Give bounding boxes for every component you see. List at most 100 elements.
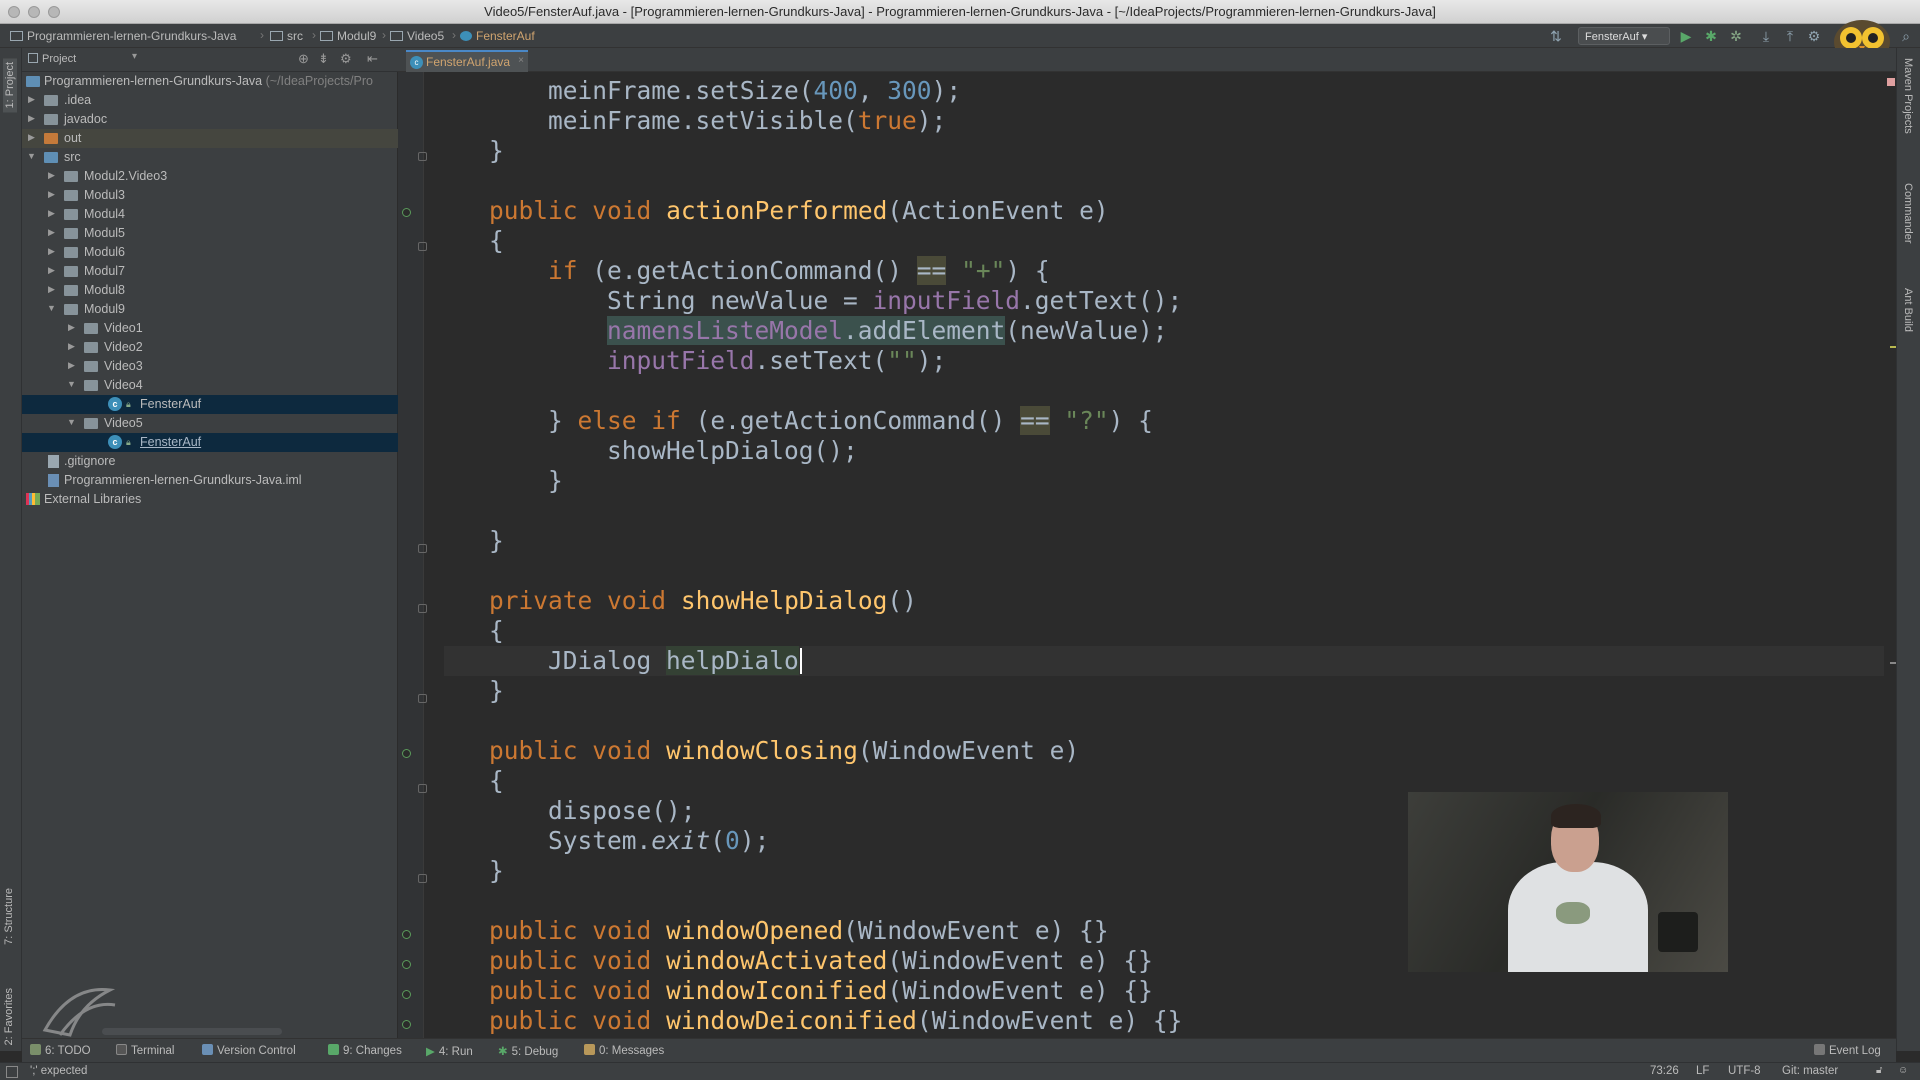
expand-arrow-icon[interactable]: ▶ <box>48 265 55 276</box>
tree-item-modul7[interactable]: ▶ Modul7 <box>22 262 398 281</box>
collapse-arrow-icon[interactable]: ▼ <box>67 417 76 427</box>
breadcrumb-src[interactable]: src <box>270 29 303 43</box>
ant-build-tool-tab[interactable]: Ant Build <box>1902 288 1914 332</box>
tool-windows-toggle-icon[interactable] <box>6 1066 18 1078</box>
coverage-icon[interactable]: ✲ <box>1728 28 1744 44</box>
collapse-arrow-icon[interactable]: ▼ <box>47 303 56 313</box>
search-icon[interactable]: ⌕ <box>1898 28 1914 44</box>
run-tool-button[interactable]: ▶ 4: Run <box>426 1044 473 1058</box>
tree-item-video4[interactable]: ▼ Video4 <box>22 376 398 395</box>
override-marker-icon[interactable] <box>402 960 411 969</box>
error-status-icon[interactable] <box>1887 78 1895 86</box>
breadcrumb-fensterauf[interactable]: FensterAuf <box>460 29 535 43</box>
commander-tool-tab[interactable]: Commander <box>1902 183 1914 244</box>
scroll-from-source-icon[interactable]: ⊕ <box>298 51 309 67</box>
tree-item-idea[interactable]: ▶ .idea <box>22 91 398 110</box>
chevron-down-icon[interactable]: ▾ <box>132 51 137 62</box>
collapse-arrow-icon[interactable]: ▼ <box>27 151 36 161</box>
breadcrumb-modul9[interactable]: Modul9 <box>320 29 376 43</box>
expand-arrow-icon[interactable]: ▶ <box>68 360 75 371</box>
tree-item-iml[interactable]: Programmieren-lernen-Grundkurs-Java.iml <box>22 471 398 490</box>
gear-icon[interactable]: ⚙ <box>340 51 352 67</box>
override-marker-icon[interactable] <box>402 749 411 758</box>
tree-item-video3[interactable]: ▶ Video3 <box>22 357 398 376</box>
collapse-all-icon[interactable]: ⇟ <box>318 51 329 67</box>
breadcrumb-project[interactable]: Programmieren-lernen-Grundkurs-Java <box>10 29 236 43</box>
git-branch[interactable]: Git: master <box>1782 1065 1838 1077</box>
fold-marker-icon[interactable] <box>418 242 427 251</box>
tree-item-video5[interactable]: ▼ Video5 <box>22 414 398 433</box>
expand-arrow-icon[interactable]: ▶ <box>28 113 35 124</box>
version-control-tool-button[interactable]: Version Control <box>202 1044 296 1057</box>
todo-tool-button[interactable]: 6: TODO <box>30 1044 91 1057</box>
fold-marker-icon[interactable] <box>418 784 427 793</box>
expand-arrow-icon[interactable]: ▶ <box>48 208 55 219</box>
expand-arrow-icon[interactable]: ▶ <box>68 341 75 352</box>
expand-arrow-icon[interactable]: ▶ <box>48 227 55 238</box>
fold-marker-icon[interactable] <box>418 544 427 553</box>
caret-position[interactable]: 73:26 <box>1650 1065 1679 1077</box>
file-encoding[interactable]: UTF-8 <box>1728 1065 1761 1077</box>
override-marker-icon[interactable] <box>402 1020 411 1029</box>
event-log-tool-button[interactable]: Event Log <box>1814 1044 1881 1057</box>
run-icon[interactable]: ▶ <box>1678 28 1694 44</box>
tree-item-fensterauf-video4[interactable]: c 🔒︎ FensterAuf <box>22 395 398 414</box>
expand-arrow-icon[interactable]: ▶ <box>28 94 35 105</box>
fold-marker-icon[interactable] <box>418 694 427 703</box>
tree-item-src[interactable]: ▼ src <box>22 148 398 167</box>
maven-projects-tool-tab[interactable]: Maven Projects <box>1902 58 1914 134</box>
lock-icon[interactable]: 🔓︎ <box>1876 1065 1882 1076</box>
collapse-arrow-icon[interactable]: ▼ <box>67 379 76 389</box>
vcs-commit-icon[interactable]: ⤓ <box>1758 28 1774 44</box>
vcs-push-icon[interactable]: ⤒ <box>1782 28 1798 44</box>
terminal-tool-button[interactable]: Terminal <box>116 1044 174 1057</box>
tree-item-modul8[interactable]: ▶ Modul8 <box>22 281 398 300</box>
tree-item-out[interactable]: ▶ out <box>22 129 398 148</box>
expand-arrow-icon[interactable]: ▶ <box>48 246 55 257</box>
changes-tool-button[interactable]: 9: Changes <box>328 1044 402 1057</box>
favorites-tool-tab[interactable]: 2: Favorites <box>3 988 15 1045</box>
tree-item-fensterauf-video5[interactable]: c 🔒︎ FensterAuf <box>22 433 398 452</box>
editor-scrollbar[interactable] <box>1884 72 1896 1038</box>
override-marker-icon[interactable] <box>402 990 411 999</box>
line-separator[interactable]: LF <box>1696 1065 1709 1077</box>
vcs-update-icon[interactable]: ⇅ <box>1548 28 1564 44</box>
tree-item-root[interactable]: Programmieren-lernen-Grundkurs-Java (~/I… <box>22 72 398 91</box>
tree-item-video2[interactable]: ▶ Video2 <box>22 338 398 357</box>
tree-item-modul9[interactable]: ▼ Modul9 <box>22 300 398 319</box>
breadcrumb-video5[interactable]: Video5 <box>390 29 444 43</box>
expand-arrow-icon[interactable]: ▶ <box>68 322 75 333</box>
expand-arrow-icon[interactable]: ▶ <box>48 189 55 200</box>
expand-arrow-icon[interactable]: ▶ <box>48 170 55 181</box>
tree-item-video1[interactable]: ▶ Video1 <box>22 319 398 338</box>
expand-arrow-icon[interactable]: ▶ <box>28 132 35 143</box>
editor-tab-fensterauf[interactable]: c FensterAuf.java × <box>406 50 528 72</box>
project-tool-tab[interactable]: 1: Project <box>3 58 17 113</box>
run-configuration-select[interactable]: FensterAuf ▾ <box>1578 27 1670 45</box>
override-marker-icon[interactable] <box>402 208 411 217</box>
settings-icon[interactable]: ⚙ <box>1806 28 1822 44</box>
debug-tool-button[interactable]: ✱ 5: Debug <box>498 1044 558 1058</box>
messages-tool-button[interactable]: 0: Messages <box>584 1044 664 1057</box>
inspector-icon[interactable]: ☺ <box>1898 1065 1908 1076</box>
tree-item-modul3[interactable]: ▶ Modul3 <box>22 186 398 205</box>
expand-arrow-icon[interactable]: ▶ <box>48 284 55 295</box>
structure-tool-tab[interactable]: 7: Structure <box>3 888 15 945</box>
fold-marker-icon[interactable] <box>418 604 427 613</box>
tree-item-modul4[interactable]: ▶ Modul4 <box>22 205 398 224</box>
horizontal-scrollbar[interactable] <box>102 1028 282 1035</box>
tree-item-modul5[interactable]: ▶ Modul5 <box>22 224 398 243</box>
line-gutter[interactable] <box>398 72 424 1038</box>
fold-marker-icon[interactable] <box>418 874 427 883</box>
debug-icon[interactable]: ✱ <box>1703 28 1719 44</box>
fold-marker-icon[interactable] <box>418 152 427 161</box>
override-marker-icon[interactable] <box>402 930 411 939</box>
tree-item-modul2-video3[interactable]: ▶ Modul2.Video3 <box>22 167 398 186</box>
project-view-select[interactable]: Project <box>42 53 76 65</box>
tree-item-external-libraries[interactable]: External Libraries <box>22 490 398 509</box>
tree-item-gitignore[interactable]: .gitignore <box>22 452 398 471</box>
tree-item-modul6[interactable]: ▶ Modul6 <box>22 243 398 262</box>
tree-item-javadoc[interactable]: ▶ javadoc <box>22 110 398 129</box>
hide-panel-icon[interactable]: ⇤ <box>367 51 378 67</box>
close-icon[interactable]: × <box>518 55 524 66</box>
